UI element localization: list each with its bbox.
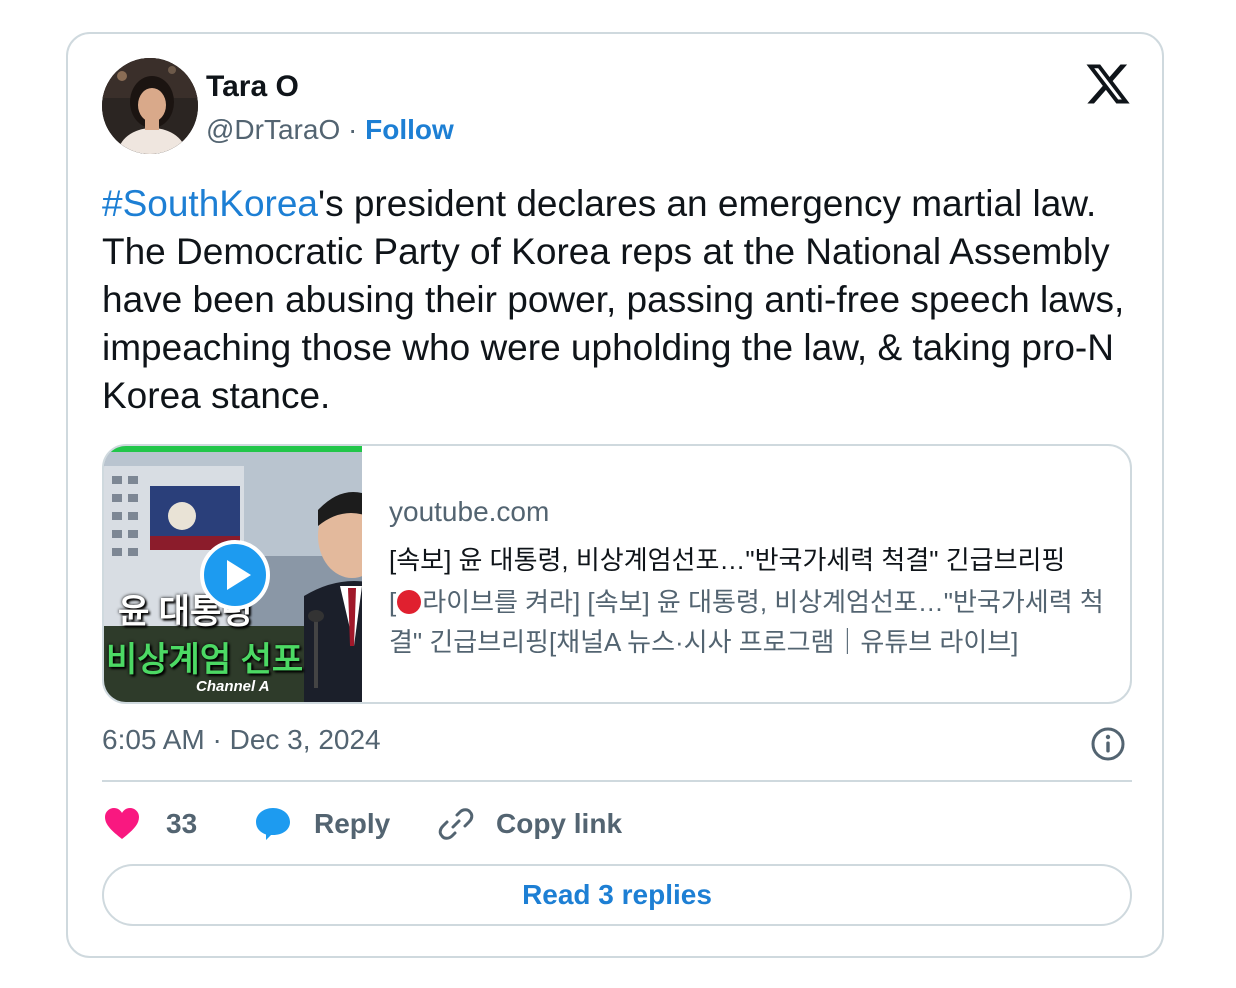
reply-button[interactable]: Reply [254, 802, 390, 846]
channel-logo: Channel A [196, 678, 270, 695]
tweet-text: #SouthKorea's president declares an emer… [102, 180, 1142, 420]
link-icon [438, 808, 474, 840]
reply-label: Reply [314, 808, 391, 839]
heart-icon [105, 808, 139, 839]
link-card-domain: youtube.com [389, 496, 550, 527]
red-circle-icon [397, 590, 422, 614]
play-icon[interactable] [200, 540, 270, 610]
description-prefix: [ [389, 587, 397, 617]
like-count: 33 [166, 808, 198, 839]
author-handle-row: @DrTaraO · Follow [206, 114, 454, 146]
link-card-title[interactable]: [속보] 윤 대통령, 비상계엄선포…"반국가세력 척결" 긴급브리핑 [389, 540, 1114, 577]
like-button[interactable]: 33 [104, 802, 197, 846]
follow-button[interactable]: Follow [365, 114, 454, 145]
x-logo-icon[interactable] [1084, 60, 1132, 108]
tweet-card: Tara O @DrTaraO · Follow #SouthKorea's p… [66, 32, 1164, 958]
avatar-photo-icon [102, 58, 198, 154]
copy-link-label: Copy link [496, 808, 623, 839]
description-text: 라이브를 켜라] [속보] 윤 대통령, 비상계엄선포…"반국가세력 척결" 긴… [389, 587, 1104, 657]
link-card-description: [라이브를 켜라] [속보] 윤 대통령, 비상계엄선포…"반국가세력 척결" … [389, 582, 1114, 662]
info-icon[interactable] [1090, 726, 1126, 762]
thumbnail-overlay-line2: 비상계엄 선포 [106, 641, 304, 679]
video-thumbnail[interactable]: 윤 대통령 비상계엄 선포 Channel A [104, 446, 362, 702]
author-handle[interactable]: @DrTaraO [206, 114, 340, 145]
hashtag-link[interactable]: #SouthKorea [102, 183, 318, 224]
author-avatar[interactable] [102, 58, 198, 154]
tweet-timestamp[interactable]: 6:05 AM · Dec 3, 2024 [102, 724, 381, 756]
read-replies-button[interactable]: Read 3 replies [102, 864, 1132, 926]
link-preview-card[interactable]: 윤 대통령 비상계엄 선포 Channel A youtube.com [속보]… [102, 444, 1132, 704]
handle-separator: · [348, 114, 358, 145]
reply-bubble-icon [256, 808, 290, 840]
thumbnail-top-bar [104, 446, 362, 452]
divider [102, 780, 1132, 782]
copy-link-button[interactable]: Copy link [438, 802, 622, 846]
author-name[interactable]: Tara O [206, 70, 299, 104]
